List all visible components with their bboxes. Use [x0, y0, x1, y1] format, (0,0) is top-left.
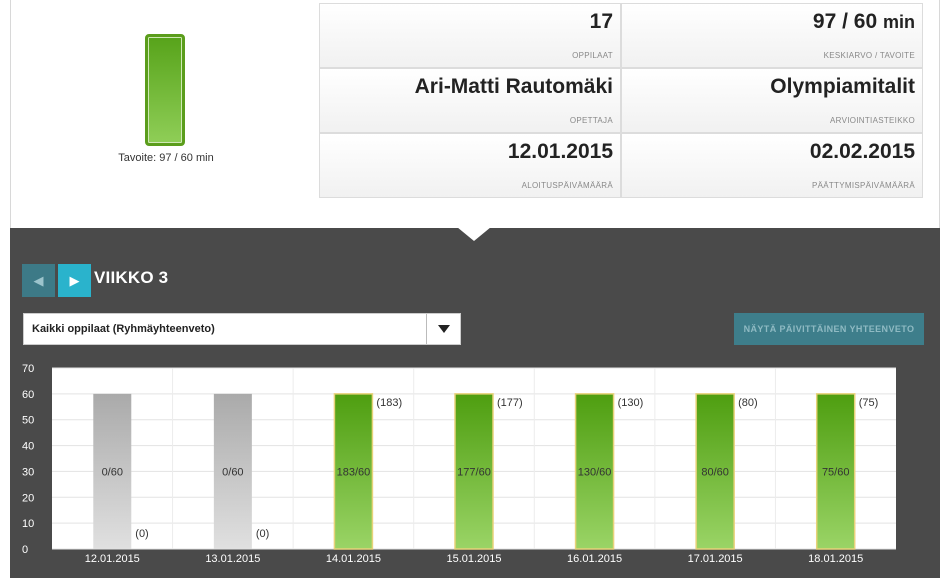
- x-tick-label: 15.01.2015: [446, 553, 501, 565]
- stat-rating-scale: Olympiamitalit ARVIOINTIASTEIKKO: [621, 68, 923, 133]
- stat-end-date: 02.02.2015 PÄÄTTYMISPÄIVÄMÄÄRÄ: [621, 133, 923, 198]
- stat-label: OPETTAJA: [569, 116, 613, 125]
- x-tick-label: 13.01.2015: [205, 553, 260, 565]
- stat-value: Olympiamitalit: [770, 75, 915, 98]
- value-label: (183): [376, 397, 402, 409]
- bar-label: 75/60: [822, 466, 850, 478]
- stats-grid: 17 OPPILAAT 97 / 60 min KESKIARVO / TAVO…: [319, 3, 924, 198]
- stat-label: KESKIARVO / TAVOITE: [823, 51, 915, 60]
- bar-label: 183/60: [337, 466, 371, 478]
- bar-label: 0/60: [102, 466, 123, 478]
- summary-section: Tavoite: 97 / 60 min 17 OPPILAAT 97 / 60…: [0, 0, 951, 228]
- stat-students: 17 OPPILAAT: [319, 3, 621, 68]
- stat-value: 97 / 60 min: [812, 10, 915, 33]
- next-week-button[interactable]: ▶: [58, 264, 91, 297]
- stat-unit: min: [882, 12, 915, 32]
- y-tick-label: 0: [22, 544, 28, 556]
- stat-value: 12.01.2015: [507, 140, 613, 163]
- bar-label: 130/60: [578, 466, 612, 478]
- select-divider: [426, 314, 427, 344]
- stat-start-date: 12.01.2015 ALOITUSPÄIVÄMÄÄRÄ: [319, 133, 621, 198]
- weekly-chart: 0 10 20 30 40 50 60 70 0/60 (0) 12.01.2015 0/60 (0) 1…: [10, 360, 940, 578]
- x-tick-label: 12.01.2015: [85, 553, 140, 565]
- caret-down-icon[interactable]: [438, 325, 450, 333]
- stat-value: 17: [589, 10, 613, 33]
- value-label: (177): [497, 397, 523, 409]
- stat-label: ARVIOINTIASTEIKKO: [830, 116, 915, 125]
- bar-label: 0/60: [222, 466, 243, 478]
- stat-teacher: Ari-Matti Rautomäki OPETTAJA: [319, 68, 621, 133]
- x-tick-label: 14.01.2015: [326, 553, 381, 565]
- student-filter-value: Kaikki oppilaat (Ryhmäyhteenveto): [32, 323, 215, 335]
- week-label: VIIKKO 3: [94, 268, 169, 287]
- y-tick-label: 10: [22, 518, 34, 530]
- y-tick-label: 50: [22, 415, 34, 427]
- stat-label: OPPILAAT: [572, 51, 613, 60]
- y-tick-label: 40: [22, 441, 34, 453]
- stat-average-goal: 97 / 60 min KESKIARVO / TAVOITE: [621, 3, 923, 68]
- goal-caption: Tavoite: 97 / 60 min: [118, 152, 214, 164]
- panel-pointer: [457, 227, 491, 241]
- triangle-right-icon: ▶: [69, 272, 80, 288]
- value-label: (75): [859, 397, 879, 409]
- stat-label: ALOITUSPÄIVÄMÄÄRÄ: [521, 181, 613, 190]
- goal-progress-bar: [145, 34, 185, 146]
- bar-chart: 0 10 20 30 40 50 60 70 0/60 (0) 12.01.2015 0/60 (0) 1…: [22, 363, 896, 565]
- y-tick-label: 60: [22, 389, 34, 401]
- previous-week-button[interactable]: ◀: [22, 264, 55, 297]
- triangle-left-icon: ◀: [33, 272, 44, 288]
- bar-label: 177/60: [457, 466, 491, 478]
- stat-label: PÄÄTTYMISPÄIVÄMÄÄRÄ: [811, 181, 915, 190]
- y-tick-label: 30: [22, 466, 34, 478]
- student-filter-select[interactable]: Kaikki oppilaat (Ryhmäyhteenveto): [23, 313, 461, 345]
- y-tick-label: 70: [22, 363, 34, 375]
- x-tick-label: 17.01.2015: [688, 553, 743, 565]
- x-tick-label: 16.01.2015: [567, 553, 622, 565]
- y-tick-label: 20: [22, 492, 34, 504]
- value-label: (130): [618, 397, 644, 409]
- value-label: (0): [256, 528, 269, 540]
- goal-gauge: Tavoite: 97 / 60 min: [104, 30, 224, 170]
- daily-summary-button[interactable]: NÄYTÄ PÄIVITTÄINEN YHTEENVETO: [734, 313, 924, 345]
- stat-value: 02.02.2015: [809, 140, 915, 163]
- bar-label: 80/60: [701, 466, 729, 478]
- value-label: (0): [135, 528, 148, 540]
- value-label: (80): [738, 397, 758, 409]
- stat-value: Ari-Matti Rautomäki: [414, 75, 613, 98]
- x-tick-label: 18.01.2015: [808, 553, 863, 565]
